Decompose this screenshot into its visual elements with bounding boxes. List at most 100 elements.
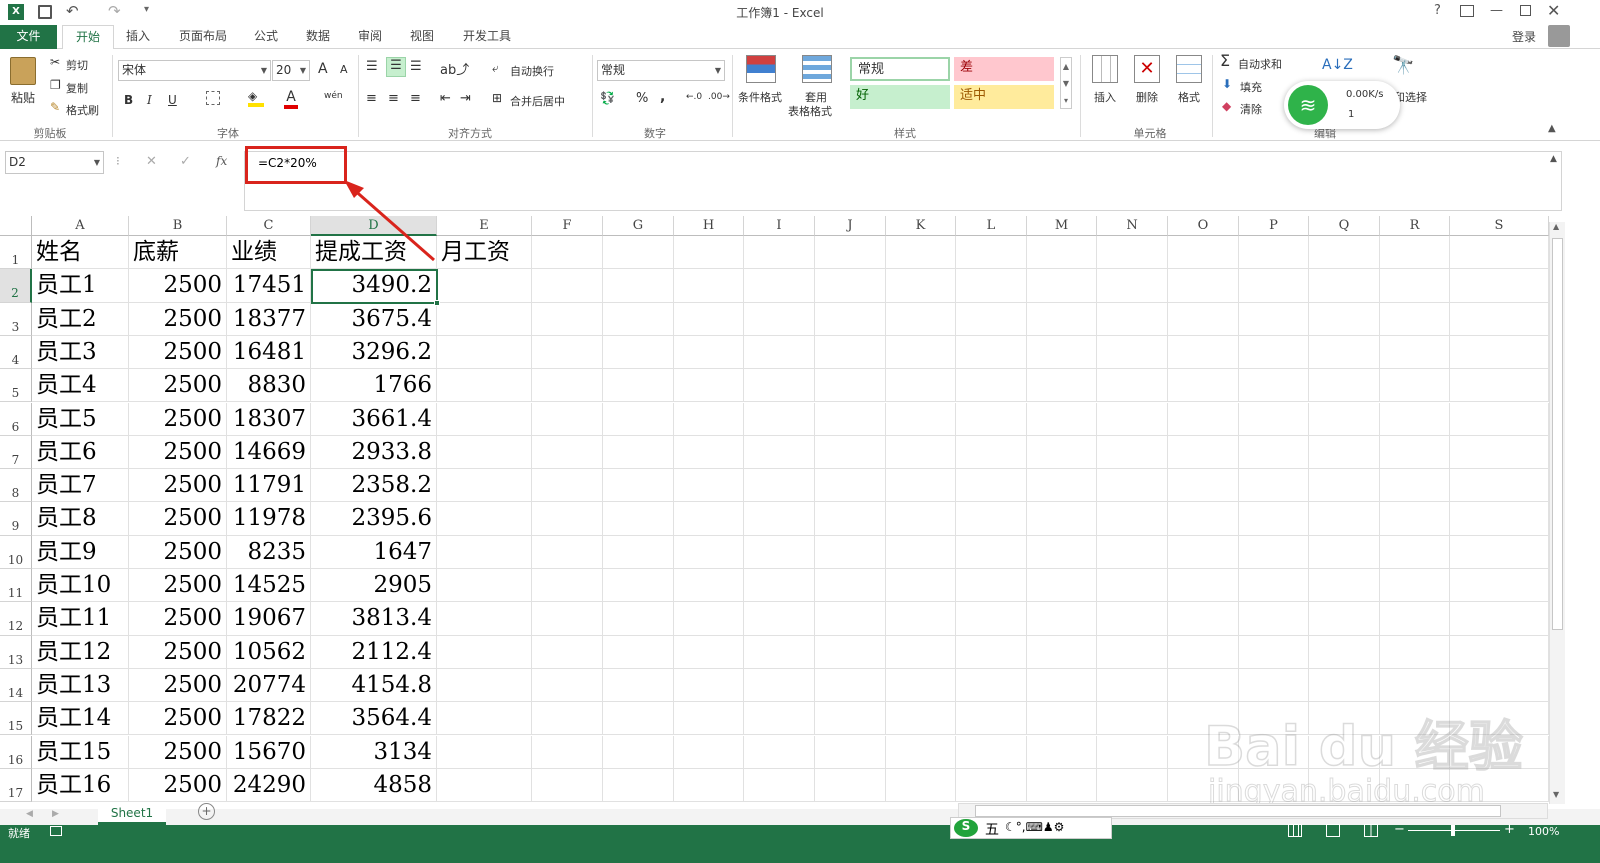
fill-handle[interactable] [434,300,440,306]
empty-cell[interactable] [1097,569,1168,603]
empty-cell[interactable] [1168,502,1239,536]
tab-insert[interactable]: 插入 [118,25,158,49]
empty-cell[interactable] [532,535,603,569]
empty-cell[interactable] [1380,469,1450,503]
confirm-formula-icon[interactable]: ✓ [180,154,191,169]
empty-cell[interactable] [674,469,744,503]
orientation-icon[interactable]: ab⤴ [440,59,469,78]
empty-cell[interactable] [603,502,674,536]
ime-mode[interactable]: 五 [985,819,999,839]
empty-cell[interactable] [1027,435,1097,470]
empty-cell[interactable] [886,302,956,336]
page-break-view-icon[interactable] [1364,824,1378,837]
empty-cell[interactable] [1097,335,1168,370]
empty-cell[interactable] [1168,569,1239,603]
column-header-s[interactable]: S [1450,216,1549,236]
cell-b3[interactable]: 2500 [129,302,227,336]
empty-cell[interactable] [1168,469,1239,503]
cell-d14[interactable]: 4154.8 [311,668,437,703]
empty-cell[interactable] [956,768,1027,803]
accounting-format-icon[interactable]: 💱 [600,91,615,105]
expand-formula-icon[interactable]: ▲ [1550,154,1557,164]
cell-d3[interactable]: 3675.4 [311,302,437,336]
fill-color-icon[interactable]: ◈ [248,89,264,107]
empty-cell[interactable] [1097,469,1168,503]
ime-toolbar[interactable]: S 五 ☾°,⌨♟⚙ [950,817,1112,839]
empty-cell[interactable] [1239,668,1309,703]
cell-d17[interactable]: 4858 [311,768,437,803]
row-header[interactable]: 1 [0,236,32,270]
column-header-g[interactable]: G [603,216,674,236]
empty-cell[interactable] [532,602,603,636]
empty-cell[interactable] [744,535,815,569]
shrink-font-button[interactable]: A [340,63,348,76]
empty-cell[interactable] [532,435,603,470]
empty-cell[interactable] [886,602,956,636]
collapse-ribbon-icon[interactable]: ▲ [1548,123,1556,134]
empty-cell[interactable] [815,435,886,470]
cell-a4[interactable]: 员工3 [32,335,129,370]
empty-cell[interactable] [1380,569,1450,603]
cell-c8[interactable]: 11791 [227,469,311,503]
empty-cell[interactable] [1239,535,1309,569]
column-header-h[interactable]: H [674,216,744,236]
zoom-slider-thumb[interactable] [1451,825,1455,836]
zoom-out-button[interactable]: − [1394,822,1405,837]
empty-cell[interactable] [1380,335,1450,370]
align-center-icon[interactable]: ≡ [388,91,399,106]
empty-cell[interactable] [1450,369,1549,403]
cell-b7[interactable]: 2500 [129,435,227,470]
cell-e1[interactable]: 月工资 [437,236,532,270]
cell-e17[interactable] [437,768,532,803]
cell-c12[interactable]: 19067 [227,602,311,636]
row-header[interactable]: 9 [0,502,32,536]
decrease-decimal-icon[interactable]: .00→ [708,92,730,102]
empty-cell[interactable] [1239,569,1309,603]
empty-cell[interactable] [744,602,815,636]
empty-cell[interactable] [1309,335,1380,370]
tab-page-layout[interactable]: 页面布局 [172,25,234,49]
bold-button[interactable]: B [124,93,133,107]
empty-cell[interactable] [744,702,815,736]
empty-cell[interactable] [532,569,603,603]
empty-cell[interactable] [744,668,815,703]
cell-e13[interactable] [437,635,532,669]
empty-cell[interactable] [674,535,744,569]
style-good[interactable]: 好 [850,85,950,109]
help-button[interactable]: ? [1434,3,1441,18]
empty-cell[interactable] [815,735,886,769]
empty-cell[interactable] [886,569,956,603]
name-box[interactable]: D2 ▼ [5,151,104,174]
cell-d4[interactable]: 3296.2 [311,335,437,370]
select-all-corner[interactable] [0,216,32,236]
style-neutral[interactable]: 适中 [954,85,1054,109]
empty-cell[interactable] [1380,302,1450,336]
empty-cell[interactable] [744,469,815,503]
cell-c17[interactable]: 24290 [227,768,311,803]
empty-cell[interactable] [674,569,744,603]
styles-scroll-icon[interactable]: ▲ ▼ ▾ [1060,57,1072,109]
empty-cell[interactable] [603,435,674,470]
column-header-p[interactable]: P [1239,216,1309,236]
cell-a2[interactable]: 员工1 [32,269,129,303]
empty-cell[interactable] [1168,435,1239,470]
empty-cell[interactable] [886,369,956,403]
cell-b5[interactable]: 2500 [129,369,227,403]
empty-cell[interactable] [1309,369,1380,403]
column-header-o[interactable]: O [1168,216,1239,236]
empty-cell[interactable] [815,569,886,603]
cell-c1[interactable]: 业绩 [227,236,311,270]
empty-cell[interactable] [1168,535,1239,569]
cell-e4[interactable] [437,335,532,370]
cell-c13[interactable]: 10562 [227,635,311,669]
empty-cell[interactable] [1168,369,1239,403]
style-normal[interactable]: 常规 [850,57,950,81]
clear-button[interactable]: 清除 [1240,101,1262,117]
row-header[interactable]: 13 [0,635,32,669]
cell-c16[interactable]: 15670 [227,735,311,769]
column-header-i[interactable]: I [744,216,815,236]
cell-b16[interactable]: 2500 [129,735,227,769]
empty-cell[interactable] [603,569,674,603]
row-header[interactable]: 16 [0,735,32,769]
empty-cell[interactable] [532,369,603,403]
